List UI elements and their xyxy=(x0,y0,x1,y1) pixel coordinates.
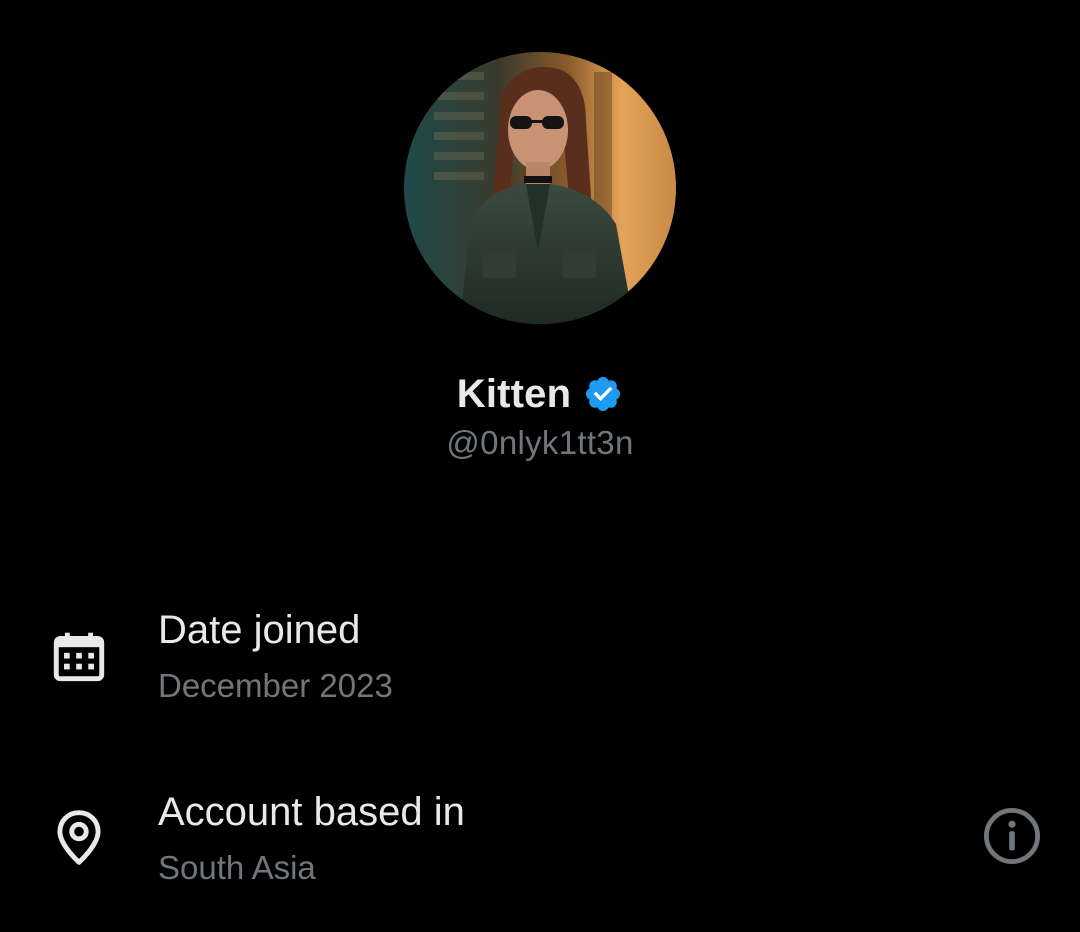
avatar[interactable] xyxy=(404,52,676,324)
account-based-in-row: Account based in South Asia xyxy=(0,782,1080,902)
profile-photo xyxy=(404,52,676,324)
date-joined-text: Date joined December 2023 xyxy=(158,604,393,710)
display-name: Kitten xyxy=(456,371,572,416)
calendar-icon xyxy=(53,632,105,682)
about-account-screen: Kitten @0nlyk1tt3n Date joined December … xyxy=(0,0,1080,932)
location-pin-icon xyxy=(57,810,101,865)
account-based-in-value: South Asia xyxy=(158,849,316,886)
profile-identity: Kitten @0nlyk1tt3n xyxy=(0,366,1080,462)
date-joined-value: December 2023 xyxy=(158,667,393,704)
info-icon[interactable] xyxy=(980,804,1044,868)
account-based-in-label: Account based in xyxy=(158,790,465,834)
handle: @0nlyk1tt3n xyxy=(446,424,634,461)
date-joined-label: Date joined xyxy=(158,608,361,652)
date-joined-row: Date joined December 2023 xyxy=(0,600,1080,720)
verified-badge-icon[interactable] xyxy=(583,374,623,414)
name-row: Kitten xyxy=(457,366,624,422)
account-based-in-text: Account based in South Asia xyxy=(158,786,465,892)
